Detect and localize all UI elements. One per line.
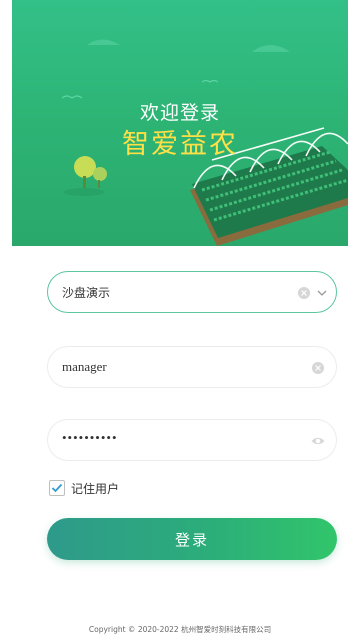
- remember-label: 记住用户: [71, 481, 120, 496]
- password-input[interactable]: ••••••••••: [47, 419, 337, 461]
- username-value: manager: [62, 359, 107, 374]
- username-input[interactable]: manager: [47, 346, 337, 388]
- remember-checkbox[interactable]: [49, 480, 65, 496]
- hero-banner: 欢迎登录 智爱益农: [12, 0, 348, 246]
- clear-icon[interactable]: [310, 360, 326, 376]
- remember-user[interactable]: 记住用户: [49, 478, 119, 498]
- welcome-title: 欢迎登录: [139, 102, 220, 124]
- check-icon: [51, 483, 63, 493]
- clear-icon[interactable]: [296, 285, 312, 301]
- copyright-text: Copyright © 2020-2022 杭州智爱时刻科技有限公司: [88, 625, 272, 634]
- tenant-select[interactable]: 沙盘演示: [47, 271, 337, 313]
- chevron-down-icon[interactable]: [314, 285, 330, 301]
- brand-name: 智爱益农: [122, 129, 238, 160]
- tenant-select-value: 沙盘演示: [62, 286, 111, 300]
- login-button[interactable]: 登录: [47, 518, 337, 560]
- eye-icon[interactable]: [310, 433, 326, 449]
- password-value: ••••••••••: [62, 430, 118, 445]
